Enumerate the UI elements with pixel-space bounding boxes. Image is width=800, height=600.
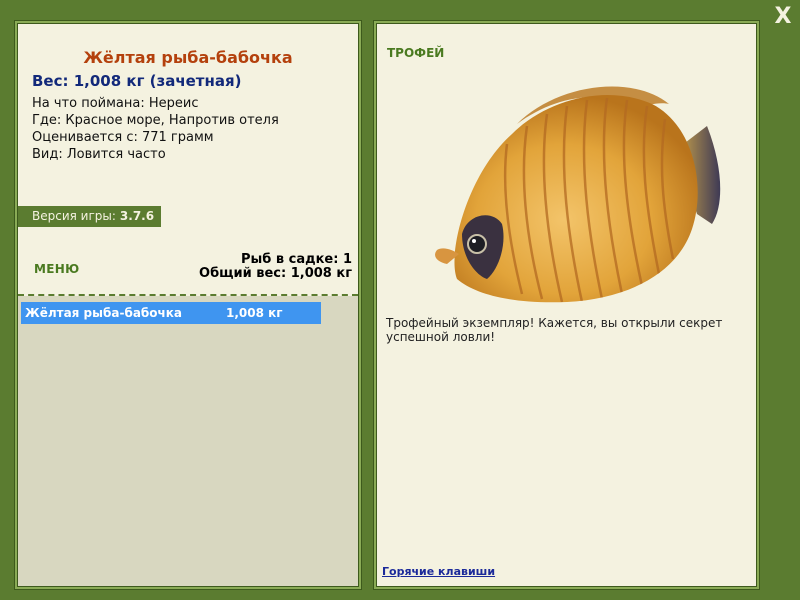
fish-weight: Вес: 1,008 кг (зачетная) [32,72,242,90]
menu-button[interactable]: МЕНЮ [34,262,79,276]
hotkeys-link[interactable]: Горячие клавиши [382,565,495,578]
version-label: Версия игры: [32,209,116,223]
fish-info-panel: Жёлтая рыба-бабочка Вес: 1,008 кг (зачет… [18,24,358,586]
list-item-name: Жёлтая рыба-бабочка [25,306,183,320]
eye-highlight [472,239,476,243]
fish-image [435,86,721,303]
keepnet-total-weight: Общий вес: 1,008 кг [199,266,352,281]
trophy-label: ТРОФЕЙ [387,46,445,60]
eye-shape [467,234,487,254]
list-item[interactable]: Жёлтая рыба-бабочка 1,008 кг [21,302,321,324]
version-bar: Версия игры: 3.7.6 [18,206,161,227]
version-value: 3.7.6 [119,209,155,223]
keepnet-count: Рыб в садке: 1 [240,252,352,267]
trophy-message: Трофейный экземпляр! Кажется, вы открыли… [386,316,723,344]
trophy-panel: ТРОФЕЙ Трофейный экземпляр! Кажется, вы … [377,24,756,586]
price-info: Оценивается с: 771 грамм [32,130,214,145]
fish-title: Жёлтая рыба-бабочка [83,48,293,67]
bait-info: На что поймана: Нереис [32,96,199,111]
keepnet-list: Жёлтая рыба-бабочка 1,008 кг [18,296,358,586]
close-button[interactable]: X [770,5,796,29]
place-info: Где: Красное море, Напротив отеля [32,113,279,128]
kind-info: Вид: Ловится часто [32,147,166,162]
list-item-weight: 1,008 кг [226,306,283,320]
